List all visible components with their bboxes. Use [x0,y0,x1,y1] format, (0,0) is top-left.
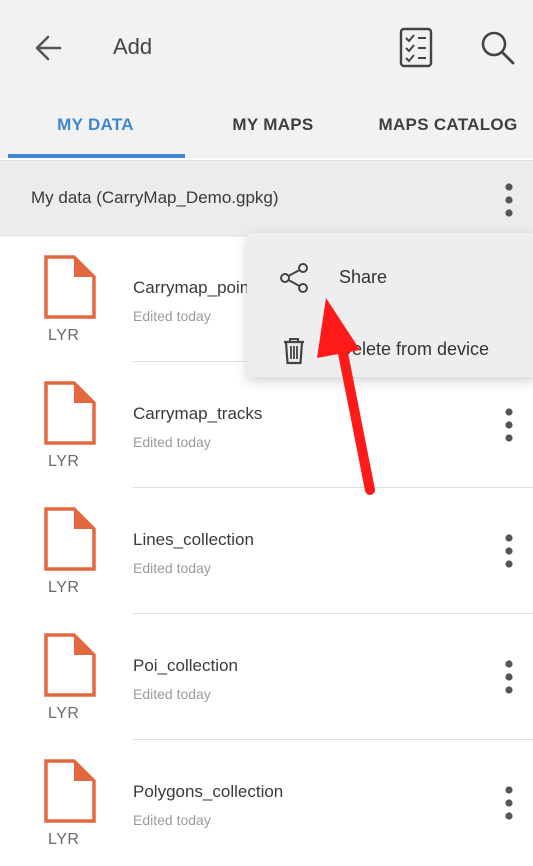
list-item[interactable]: LYR Polygons_collection Edited today [0,740,533,866]
context-menu: Share Delete from device [247,233,533,377]
file-edited-status: Edited today [133,560,211,576]
list-item[interactable]: LYR Lines_collection Edited today [0,488,533,614]
checklist-icon [399,27,433,68]
arrow-left-icon [35,35,62,61]
tab-my-maps[interactable]: MY MAPS [198,96,348,158]
dataset-header: My data (CarryMap_Demo.gpkg) [0,160,533,237]
dataset-title: My data (CarryMap_Demo.gpkg) [31,188,279,207]
file-type-badge: LYR [48,579,80,596]
file-name: Poi_collection [133,656,238,675]
more-vertical-icon [505,660,513,694]
file-layer-icon [44,507,96,571]
list-item[interactable]: LYR Carrymap_tracks Edited today [0,362,533,488]
file-name: Carrymap_tracks [133,404,263,423]
menu-item-label: Share [339,267,388,287]
more-vertical-icon [505,408,513,442]
file-layer-icon [44,759,96,823]
menu-item-delete[interactable]: Delete from device [247,317,533,379]
page-title: Add [113,34,153,59]
more-vertical-icon [505,786,513,820]
file-edited-status: Edited today [133,434,211,450]
list-item[interactable]: LYR Poi_collection Edited today [0,614,533,740]
tab-my-data[interactable]: MY DATA [18,96,173,158]
active-tab-indicator [8,154,185,158]
dataset-more-button[interactable] [492,178,526,222]
search-icon [481,31,515,65]
tab-bar: MY DATA MY MAPS MAPS CATALOG [0,96,533,158]
checklist-button[interactable] [394,24,438,70]
file-layer-icon [44,381,96,445]
file-name: Polygons_collection [133,782,284,801]
file-layer-icon [44,255,96,319]
file-edited-status: Edited today [133,812,211,828]
menu-item-share[interactable]: Share [247,245,533,307]
file-more-button[interactable] [492,780,526,826]
share-icon [280,263,308,293]
more-vertical-icon [505,183,513,217]
file-type-badge: LYR [48,705,80,722]
file-more-button[interactable] [492,528,526,574]
file-type-badge: LYR [48,453,80,470]
trash-icon [284,338,304,365]
file-edited-status: Edited today [133,686,211,702]
file-edited-status: Edited today [133,308,211,324]
back-button[interactable] [22,22,74,74]
tab-maps-catalog[interactable]: MAPS CATALOG [363,96,533,158]
app-bar: Add [0,0,533,96]
menu-item-label: Delete from device [339,339,490,359]
search-button[interactable] [474,24,520,70]
file-more-button[interactable] [492,654,526,700]
more-vertical-icon [505,534,513,568]
file-type-badge: LYR [48,327,80,344]
file-name: Lines_collection [133,530,254,549]
file-layer-icon [44,633,96,697]
file-more-button[interactable] [492,402,526,448]
file-name: Carrymap_points [133,278,263,297]
file-type-badge: LYR [48,831,80,848]
